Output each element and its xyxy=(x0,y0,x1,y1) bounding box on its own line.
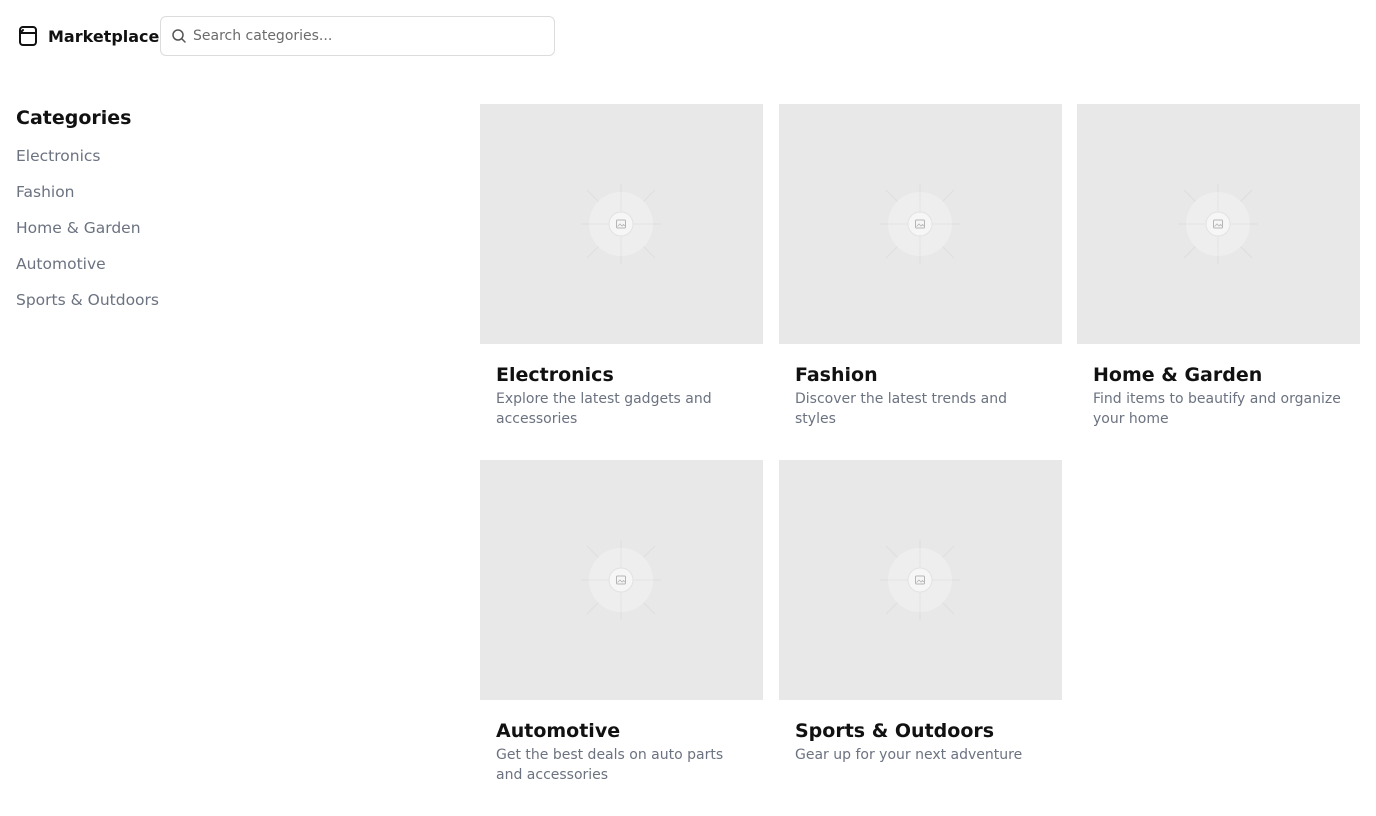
card-image xyxy=(779,460,1062,700)
card-title: Fashion xyxy=(795,364,878,386)
category-card-electronics[interactable]: Electronics Explore the latest gadgets a… xyxy=(480,104,763,434)
card-description: Get the best deals on auto parts and acc… xyxy=(496,747,724,783)
card-title: Home & Garden xyxy=(1093,364,1263,386)
sidebar-title: Categories xyxy=(16,107,132,129)
category-card-sports-outdoors[interactable]: Sports & Outdoors Gear up for your next … xyxy=(779,460,1062,790)
sidebar-item-electronics[interactable]: Electronics xyxy=(16,140,316,176)
sidebar-item-fashion[interactable]: Fashion xyxy=(16,176,316,212)
category-card-fashion[interactable]: Fashion Discover the latest trends and s… xyxy=(779,104,1062,434)
card-image xyxy=(480,104,763,344)
card-description: Gear up for your next adventure xyxy=(795,747,1023,763)
brand-title: Marketplace xyxy=(48,26,160,46)
card-description: Explore the latest gadgets and accessori… xyxy=(496,391,712,427)
brand[interactable]: Marketplace xyxy=(16,24,159,48)
card-description: Discover the latest trends and styles xyxy=(795,391,1007,427)
image-placeholder-icon xyxy=(880,540,960,620)
search-box[interactable] xyxy=(160,16,555,56)
image-placeholder-icon xyxy=(1178,184,1258,264)
image-placeholder-icon xyxy=(880,184,960,264)
image-placeholder-icon xyxy=(581,540,661,620)
card-description: Find items to beautify and organize your… xyxy=(1093,391,1341,427)
sidebar-item-sports-outdoors[interactable]: Sports & Outdoors xyxy=(16,284,316,320)
search-icon xyxy=(171,28,187,44)
card-image xyxy=(480,460,763,700)
image-placeholder-icon xyxy=(581,184,661,264)
category-card-home-garden[interactable]: Home & Garden Find items to beautify and… xyxy=(1077,104,1360,434)
card-image xyxy=(779,104,1062,344)
card-title: Sports & Outdoors xyxy=(795,720,995,742)
sidebar-item-home-garden[interactable]: Home & Garden xyxy=(16,212,316,248)
sidebar-item-automotive[interactable]: Automotive xyxy=(16,248,316,284)
shopping-bag-icon xyxy=(16,24,40,48)
card-title: Automotive xyxy=(496,720,621,742)
category-list: Electronics Fashion Home & Garden Automo… xyxy=(16,140,316,320)
sidebar: Categories Electronics Fashion Home & Ga… xyxy=(16,106,316,320)
card-image xyxy=(1077,104,1360,344)
card-title: Electronics xyxy=(496,364,614,386)
header: Marketplace xyxy=(16,16,555,56)
search-input[interactable] xyxy=(193,17,543,55)
category-card-automotive[interactable]: Automotive Get the best deals on auto pa… xyxy=(480,460,763,790)
